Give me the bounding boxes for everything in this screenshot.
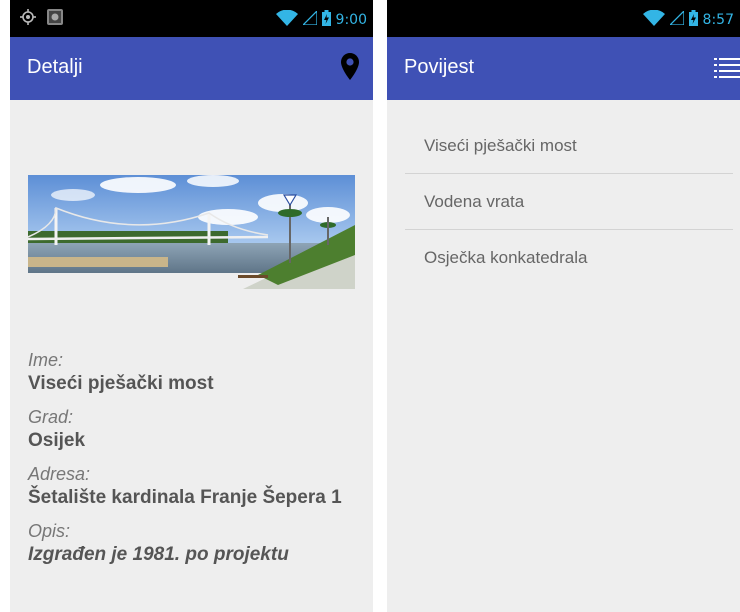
description-label: Opis: (28, 521, 71, 541)
clock: 9:00 (335, 12, 367, 28)
app-bar: Detalji (10, 37, 373, 100)
signal-icon (667, 9, 685, 29)
history-list: Viseći pješački most Vodena vrata Osječk… (405, 118, 733, 286)
address-value: Šetalište kardinala Franje Šepera 1 (28, 487, 342, 508)
status-bar: 8:57 (387, 0, 740, 37)
battery-icon (688, 10, 698, 30)
image-notification-icon (46, 8, 64, 30)
landmark-photo (28, 175, 355, 289)
app-bar: Povijest (387, 37, 740, 100)
name-value: Viseći pješački most (28, 373, 214, 394)
list-item[interactable]: Osječka konkatedrala (405, 230, 733, 286)
list-item[interactable]: Vodena vrata (405, 174, 733, 230)
list-item[interactable]: Viseći pješački most (405, 118, 733, 174)
details-fields: Ime: Viseći pješački most Grad: Osijek A… (28, 348, 358, 576)
city-label: Grad: (28, 407, 74, 427)
description-value: Izgrađen je 1981. po projektu (28, 544, 289, 565)
city-value: Osijek (28, 430, 86, 451)
clock: 8:57 (702, 12, 734, 28)
wifi-icon (642, 9, 665, 30)
details-screen: 9:00 Detalji Ime: Viseći pješački most G… (10, 0, 373, 612)
address-label: Adresa: (28, 464, 91, 484)
menu-list-icon[interactable] (714, 57, 740, 84)
page-title: Povijest (404, 56, 475, 78)
battery-icon (321, 10, 331, 30)
wifi-icon (275, 9, 298, 30)
history-screen: 8:57 Povijest Viseći pješački most Voden… (387, 0, 740, 612)
name-label: Ime: (28, 350, 64, 370)
page-title: Detalji (27, 56, 83, 78)
location-status-icon (20, 9, 36, 29)
signal-icon (300, 9, 318, 29)
status-bar: 9:00 (10, 0, 373, 37)
map-marker-icon[interactable] (341, 53, 359, 86)
